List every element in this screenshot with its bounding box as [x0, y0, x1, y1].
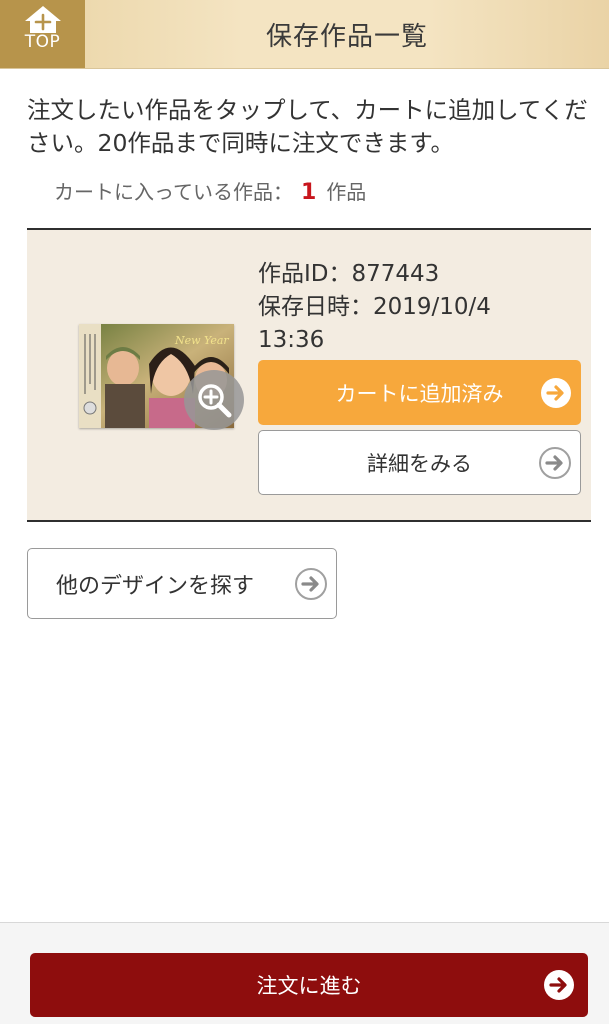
proceed-to-order-label: 注文に進む	[256, 974, 362, 998]
view-details-button[interactable]: 詳細をみる	[258, 430, 581, 495]
find-other-designs-label: 他のデザインを探す	[56, 573, 255, 599]
item-saved-date: 保存日時：2019/10/4	[258, 294, 491, 320]
zoom-in-icon	[198, 384, 232, 418]
added-to-cart-label: カートに追加済み	[335, 381, 504, 406]
item-meta: 作品ID：877443 保存日時：2019/10/4 13:36	[258, 258, 588, 357]
app-header: TOP 保存作品一覧	[0, 0, 609, 69]
top-label: TOP	[24, 32, 61, 52]
zoom-button[interactable]	[184, 370, 244, 430]
proceed-to-order-button[interactable]: 注文に進む	[30, 953, 588, 1017]
item-id: 作品ID：877443	[258, 261, 440, 287]
svg-text:New Year: New Year	[174, 334, 229, 347]
arrow-right-circle-icon	[544, 970, 574, 1000]
page-title: 保存作品一覧	[265, 21, 428, 52]
cart-count-prefix: カートに入っている作品：	[54, 180, 293, 204]
added-to-cart-button[interactable]: カートに追加済み	[258, 360, 581, 425]
arrow-right-circle-icon	[539, 446, 571, 479]
cart-count-number: 1	[301, 180, 317, 205]
instruction-text: 注文したい作品をタップして、カートに追加してください。20作品まで同時に注文でき…	[27, 96, 588, 157]
arrow-right-circle-icon	[295, 567, 327, 600]
cart-count: カートに入っている作品： 1 作品	[54, 176, 366, 205]
home-plus-icon	[24, 6, 61, 33]
arrow-right-circle-icon	[541, 377, 571, 408]
top-button[interactable]: TOP	[0, 0, 85, 68]
cart-count-suffix: 作品	[326, 180, 367, 204]
item-saved-time: 13:36	[258, 327, 325, 353]
find-other-designs-button[interactable]: 他のデザインを探す	[27, 548, 337, 619]
saved-item-card[interactable]: New Year 作品ID：877443 保存日時：2019/10/4 13:3…	[27, 228, 591, 522]
view-details-label: 詳細をみる	[367, 451, 472, 476]
